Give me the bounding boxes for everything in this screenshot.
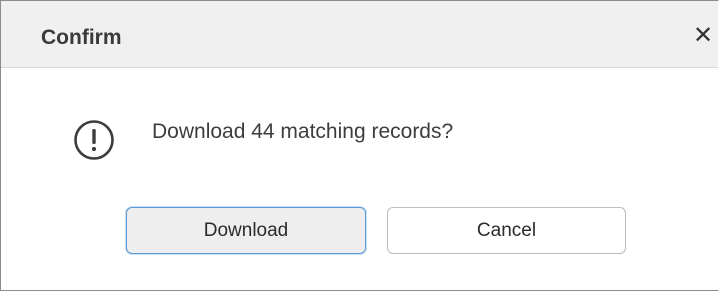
exclamation-circle-icon xyxy=(74,120,114,160)
confirm-dialog: Confirm ✕ Download 44 matching records? … xyxy=(0,0,719,291)
cancel-button[interactable]: Cancel xyxy=(387,207,626,254)
dialog-title: Confirm xyxy=(41,26,122,49)
dialog-message: Download 44 matching records? xyxy=(152,120,454,143)
close-button[interactable]: ✕ xyxy=(688,20,718,50)
dialog-titlebar: Confirm ✕ xyxy=(1,1,718,68)
download-button[interactable]: Download xyxy=(126,207,366,254)
close-icon: ✕ xyxy=(692,21,714,49)
